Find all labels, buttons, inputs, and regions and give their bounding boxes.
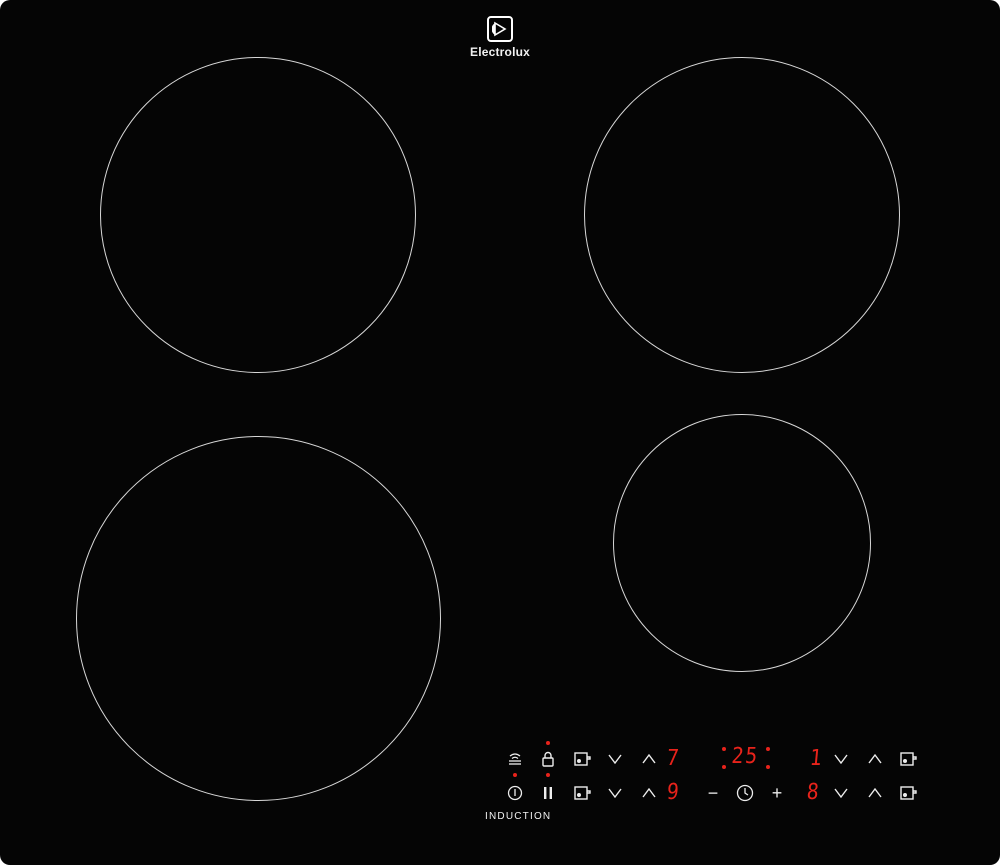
brand-name: Electrolux — [470, 45, 531, 59]
lock-indicator — [546, 741, 550, 745]
clock-icon[interactable] — [734, 782, 756, 804]
cooking-zone-rear-left — [100, 57, 416, 373]
pause-indicator — [546, 773, 550, 777]
timer-plus-button[interactable]: + — [766, 782, 788, 804]
rear-right-power-level: 1 — [808, 746, 823, 771]
zone-select-icon[interactable] — [572, 782, 594, 804]
chevron-up-icon[interactable] — [638, 748, 660, 770]
chevron-down-icon[interactable] — [830, 748, 852, 770]
timer-value: 25 — [730, 744, 761, 769]
electrolux-logo-icon — [487, 16, 513, 42]
hob2hood-indicator — [513, 773, 517, 777]
timer-display: 25 — [722, 744, 770, 770]
pause-icon[interactable] — [537, 782, 559, 804]
zone-select-icon[interactable] — [898, 748, 920, 770]
chevron-down-icon[interactable] — [604, 748, 626, 770]
chevron-down-icon[interactable] — [830, 782, 852, 804]
front-left-power-level: 9 — [665, 780, 680, 805]
chevron-up-icon[interactable] — [864, 782, 886, 804]
brand-logo: Electrolux — [470, 16, 530, 59]
timer-indicator-bottom-right — [766, 765, 770, 769]
timer-indicator-top-right — [766, 747, 770, 751]
cooking-zone-rear-right — [584, 57, 900, 373]
chevron-up-icon[interactable] — [638, 782, 660, 804]
cooking-zone-front-left — [76, 436, 441, 801]
timer-indicator-top-left — [722, 747, 726, 751]
chevron-up-icon[interactable] — [864, 748, 886, 770]
chevron-down-icon[interactable] — [604, 782, 626, 804]
power-icon[interactable] — [504, 782, 526, 804]
hob2hood-icon[interactable] — [504, 748, 526, 770]
induction-hob-panel: Electrolux 7 25 1 9 − + 8 INDUCTION — [0, 0, 1000, 865]
timer-minus-button[interactable]: − — [702, 782, 724, 804]
front-right-power-level: 8 — [805, 780, 820, 805]
cooking-zone-front-right — [613, 414, 871, 672]
zone-select-icon[interactable] — [898, 782, 920, 804]
timer-indicator-bottom-left — [722, 765, 726, 769]
lock-icon[interactable] — [537, 748, 559, 770]
induction-label: INDUCTION — [485, 811, 552, 822]
rear-left-power-level: 7 — [665, 746, 680, 771]
zone-select-icon[interactable] — [572, 748, 594, 770]
